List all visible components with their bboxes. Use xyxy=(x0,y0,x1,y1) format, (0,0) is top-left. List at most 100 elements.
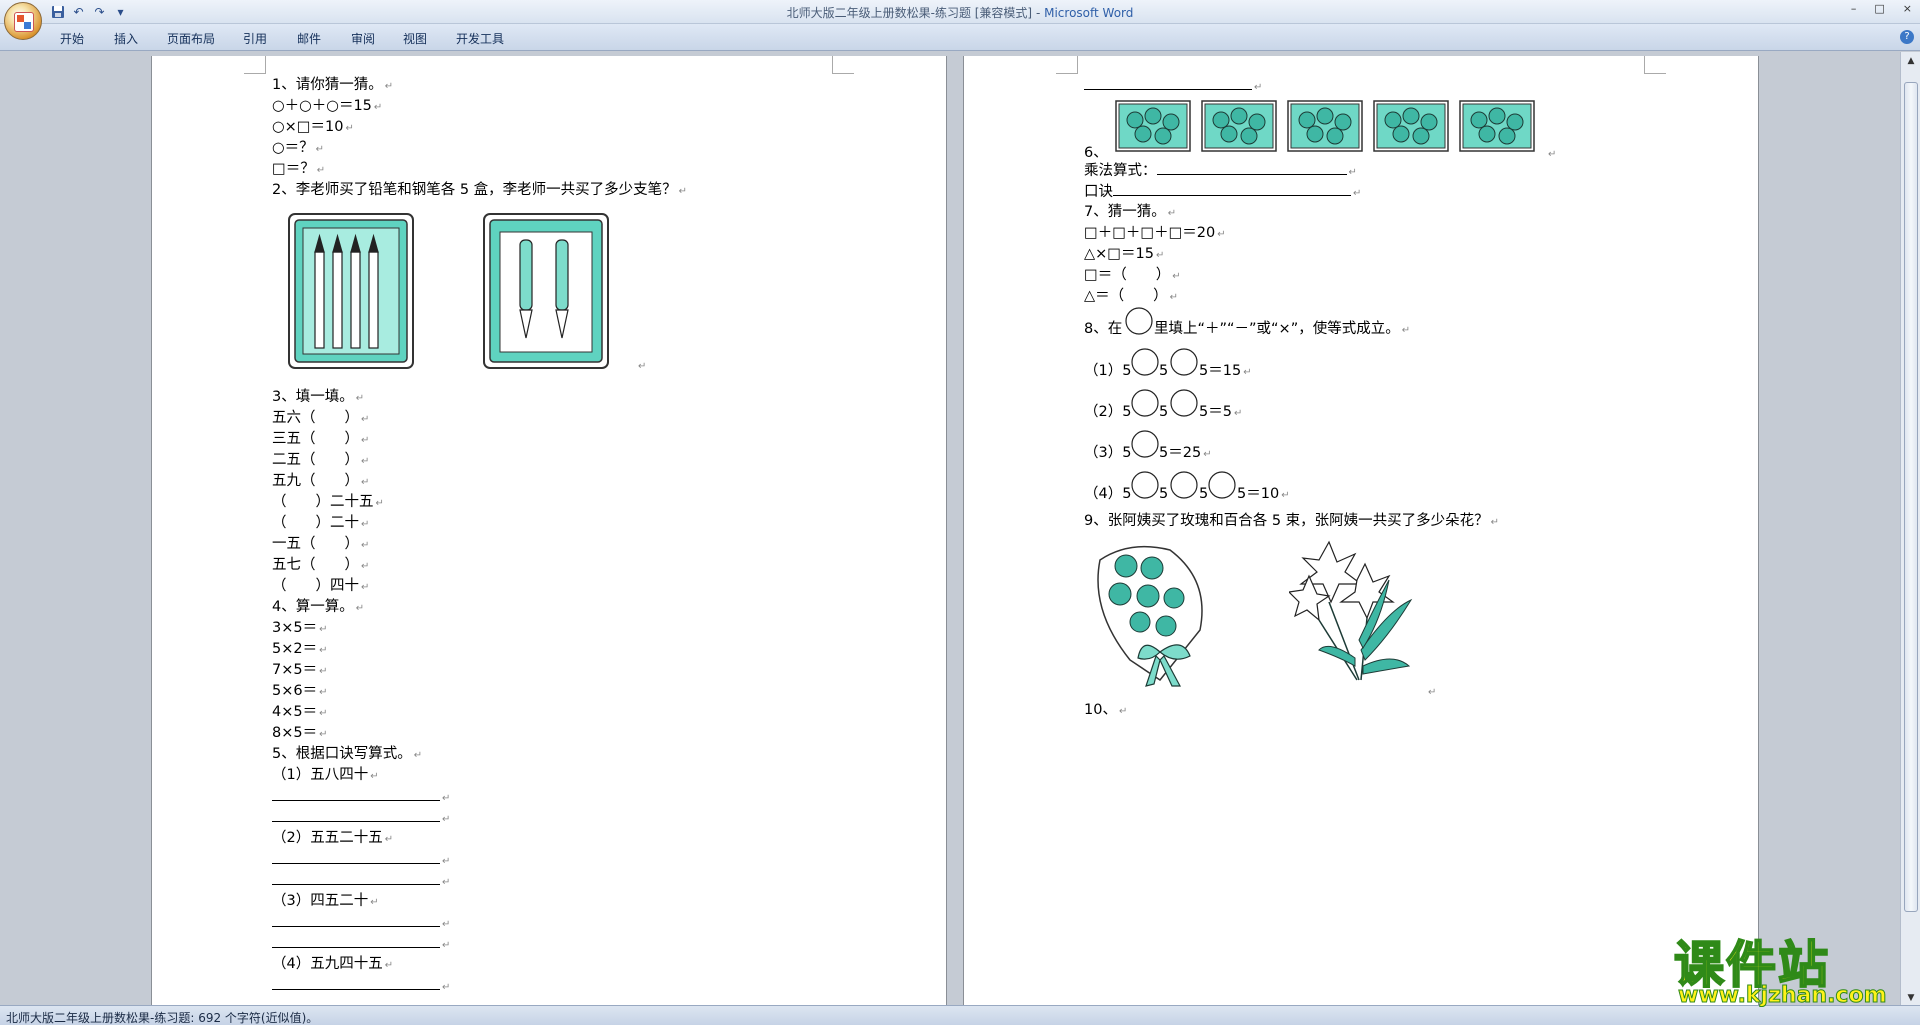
margin-corner xyxy=(1644,56,1666,74)
question-5-item: （4）五九四十五 ↵ xyxy=(272,956,394,972)
tab-view[interactable]: 视图 xyxy=(403,30,427,47)
lily-bouquet-image xyxy=(1289,540,1413,681)
office-button[interactable] xyxy=(4,2,42,40)
question-8-heading-cont: 里填上“＋”“－”或“×”，使等式成立。 ↵ xyxy=(1154,321,1411,337)
question-6-line: 乘法算式： ↵ xyxy=(1084,163,1357,179)
question-5-item: （1）五八四十 ↵ xyxy=(272,767,379,783)
question-9-heading: 9、张阿姨买了玫瑰和百合各 5 束，张阿姨一共买了多少朵花？ ↵ xyxy=(1084,513,1500,529)
question-7-line: □＋□＋□＋□＝20 ↵ xyxy=(1084,225,1226,241)
office-logo-icon xyxy=(14,12,34,32)
answer-blank[interactable]: ↵ xyxy=(272,934,450,955)
tab-page-layout[interactable]: 页面布局 xyxy=(167,30,215,47)
status-bar: 北师大版二年级上册数松果-练习题: 692 个字符(近似值)。 xyxy=(0,1005,1920,1025)
margin-corner xyxy=(1056,56,1078,74)
question-8-item: 5 xyxy=(1159,363,1169,379)
pen-box-image xyxy=(483,213,609,369)
operator-circle[interactable] xyxy=(1170,348,1198,376)
scroll-down-icon[interactable]: ▼ xyxy=(1905,992,1917,1004)
question-7-heading: 7、猜一猜。 ↵ xyxy=(1084,204,1177,220)
question-7-line: △×□＝15 ↵ xyxy=(1084,246,1165,262)
question-4-line: 3×5＝ ↵ xyxy=(272,620,328,636)
question-3-line: （ ）四十 ↵ xyxy=(272,578,370,594)
question-1-line: ○×□＝10 ↵ xyxy=(272,119,354,135)
tab-references[interactable]: 引用 xyxy=(243,30,267,47)
question-4-line: 7×5＝ ↵ xyxy=(272,662,328,678)
answer-blank[interactable]: ↵ xyxy=(272,913,450,934)
rose-bouquet-image xyxy=(1097,545,1203,687)
answer-blank[interactable]: ↵ xyxy=(272,976,450,997)
status-text: 北师大版二年级上册数松果-练习题: 692 个字符(近似值)。 xyxy=(6,1011,319,1025)
question-10-heading: 10、 ↵ xyxy=(1084,702,1128,718)
question-8-item: （4）5 xyxy=(1084,486,1132,502)
operator-circle[interactable] xyxy=(1170,389,1198,417)
answer-blank[interactable]: ↵ xyxy=(272,850,450,871)
answer-blank[interactable]: ↵ xyxy=(272,871,450,892)
question-4-line: 8×5＝ ↵ xyxy=(272,725,328,741)
question-1-line: ○＝？ ↵ xyxy=(272,140,325,156)
ribbon-tab-bar: 开始 插入 页面布局 引用 邮件 审阅 视图 开发工具 ? xyxy=(0,24,1920,51)
question-3-line: （ ）二十五 ↵ xyxy=(272,494,384,510)
title-bar: ↶ ↷ ▾ 北师大版二年级上册数松果-练习题 [兼容模式] - Microsof… xyxy=(0,0,1920,24)
question-5-heading: 5、根据口诀写算式。 ↵ xyxy=(272,746,423,762)
tab-insert[interactable]: 插入 xyxy=(114,30,138,47)
question-3-line: 五六（ ） ↵ xyxy=(272,410,370,426)
question-7-line: △＝（ ） ↵ xyxy=(1084,288,1179,304)
answer-blank[interactable]: ↵ xyxy=(272,808,450,829)
question-8-item: （2）5 xyxy=(1084,404,1132,420)
question-1-line: □＝？ ↵ xyxy=(272,161,326,177)
margin-corner xyxy=(244,56,266,74)
question-8-item: 5＝5 ↵ xyxy=(1199,404,1243,420)
question-8-item: 5 xyxy=(1159,486,1169,502)
operator-circle xyxy=(1125,307,1153,335)
tab-developer[interactable]: 开发工具 xyxy=(456,30,504,47)
tab-mailings[interactable]: 邮件 xyxy=(297,30,321,47)
tab-home[interactable]: 开始 xyxy=(60,30,84,47)
tab-review[interactable]: 审阅 xyxy=(351,30,375,47)
minimize-button[interactable]: – xyxy=(1851,2,1857,15)
flower-groups-image xyxy=(1115,100,1535,152)
operator-circle[interactable] xyxy=(1131,430,1159,458)
operator-circle[interactable] xyxy=(1208,471,1236,499)
question-3-line: 五九（ ） ↵ xyxy=(272,473,370,489)
maximize-button[interactable]: □ xyxy=(1874,2,1884,15)
app-name: Microsoft Word xyxy=(1044,6,1134,20)
operator-circle[interactable] xyxy=(1131,471,1159,499)
vertical-scrollbar[interactable]: ▲ ▼ xyxy=(1900,52,1920,1005)
question-1-line: ○＋○＋○＝15 ↵ xyxy=(272,98,383,114)
operator-circle[interactable] xyxy=(1170,471,1198,499)
operator-circle[interactable] xyxy=(1131,348,1159,376)
operator-circle[interactable] xyxy=(1131,389,1159,417)
question-8-item: （3）5 xyxy=(1084,445,1132,461)
watermark-logo: 课件站 www.kjzhan.com xyxy=(1666,925,1906,1009)
margin-corner xyxy=(832,56,854,74)
close-button[interactable]: × xyxy=(1903,2,1912,15)
question-6-line: 口诀 ↵ xyxy=(1084,184,1362,200)
question-3-line: 三五（ ） ↵ xyxy=(272,431,370,447)
question-8-item: 5＝15 ↵ xyxy=(1199,363,1252,379)
question-5-item: （3）四五二十 ↵ xyxy=(272,893,379,909)
help-icon[interactable]: ? xyxy=(1900,30,1914,44)
scroll-up-icon[interactable]: ▲ xyxy=(1905,55,1917,67)
question-8-item: 5 xyxy=(1159,404,1169,420)
document-page-1[interactable]: 1、请你猜一猜。 ↵ ○＋○＋○＝15 ↵ ○×□＝10 ↵ ○＝？ ↵ □＝？ ↵ 2、… xyxy=(151,56,947,1006)
question-8-item: 5 xyxy=(1199,486,1209,502)
question-1-heading: 1、请你猜一猜。 ↵ xyxy=(272,77,394,93)
question-3-line: 一五（ ） ↵ xyxy=(272,536,370,552)
question-8-heading: 8、在 xyxy=(1084,321,1123,337)
window-controls: – □ × xyxy=(1851,2,1912,15)
answer-blank[interactable]: ↵ xyxy=(1084,76,1262,97)
document-title: 北师大版二年级上册数松果-练习题 [兼容模式] xyxy=(786,6,1033,20)
question-3-line: 五七（ ） ↵ xyxy=(272,557,370,573)
paragraph-mark: ↵ xyxy=(1428,687,1437,698)
question-4-line: 5×2＝ ↵ xyxy=(272,641,328,657)
paragraph-mark: ↵ xyxy=(1548,149,1557,160)
pencil-box-image xyxy=(288,213,414,369)
question-8-item: 5＝25 ↵ xyxy=(1159,445,1212,461)
document-page-2[interactable]: ↵ ↵ 6、 乘法算式： ↵ 口诀 ↵ 7、猜一猜。 ↵ □＋□＋□＋□＝20 ↵ △×… xyxy=(963,56,1759,1006)
answer-blank[interactable]: ↵ xyxy=(272,787,450,808)
window-title: 北师大版二年级上册数松果-练习题 [兼容模式] - Microsoft Word xyxy=(786,6,1134,20)
question-3-line: （ ）二十 ↵ xyxy=(272,515,370,531)
watermark-url: www.kjzhan.com xyxy=(1678,983,1888,1009)
question-7-line: □＝（ ） ↵ xyxy=(1084,267,1181,283)
scrollbar-thumb[interactable] xyxy=(1904,82,1918,912)
